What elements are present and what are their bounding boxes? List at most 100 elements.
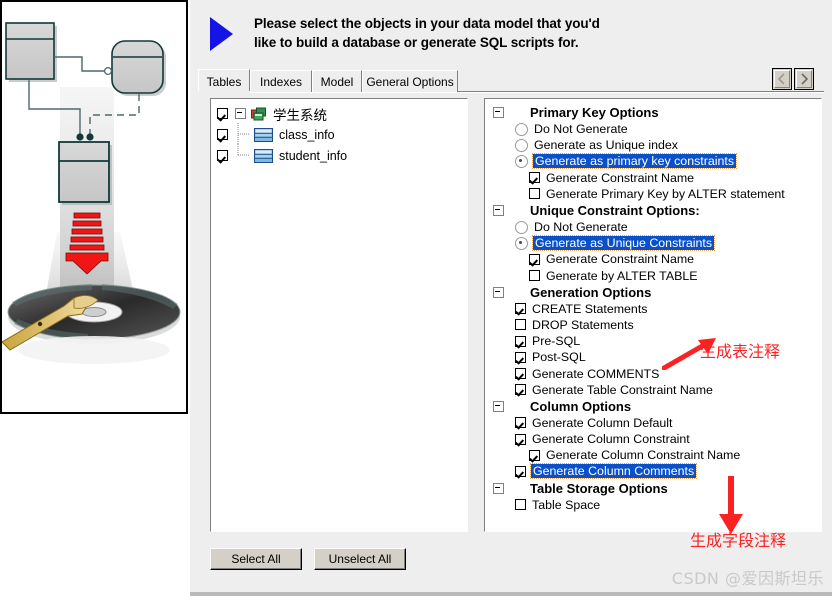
option-radio[interactable] bbox=[515, 236, 528, 250]
option-group-collapse-toggle[interactable] bbox=[493, 482, 504, 494]
option-label: Generate as Unique Constraints bbox=[531, 235, 716, 252]
option-checkbox[interactable] bbox=[515, 417, 526, 429]
option-label: Post-SQL bbox=[532, 350, 586, 365]
option-row[interactable]: Generate Column Comments bbox=[485, 463, 821, 480]
option-group-collapse-toggle[interactable] bbox=[493, 400, 504, 412]
tab-tables[interactable]: Tables bbox=[198, 69, 250, 93]
tree-item-label: class_info bbox=[279, 127, 335, 142]
option-group-title: Column Options bbox=[530, 398, 632, 414]
option-radio[interactable] bbox=[515, 220, 528, 234]
tab-label: Model bbox=[320, 74, 354, 89]
tree-collapse-toggle[interactable] bbox=[235, 108, 246, 119]
option-row[interactable]: Generate Table Constraint Name bbox=[485, 382, 821, 398]
option-row[interactable]: Generate as primary key constraints bbox=[485, 153, 821, 170]
option-checkbox[interactable] bbox=[529, 270, 540, 282]
option-row[interactable]: Generate as Unique index bbox=[485, 137, 821, 153]
option-row[interactable]: Table Space bbox=[485, 497, 821, 513]
object-tree-panel[interactable]: 学生系统 class_info student_info bbox=[210, 98, 468, 532]
option-row[interactable]: Generate as Unique Constraints bbox=[485, 235, 821, 252]
option-checkbox[interactable] bbox=[529, 253, 540, 265]
scroll-left-icon bbox=[777, 73, 785, 85]
object-tree: 学生系统 class_info student_info bbox=[211, 99, 467, 166]
option-row[interactable]: DROP Statements bbox=[485, 317, 821, 333]
dialog-bottom-spacer bbox=[190, 596, 832, 603]
data-model-to-database-illustration bbox=[2, 22, 181, 364]
select-all-label: Select All bbox=[231, 552, 281, 566]
option-row[interactable]: Do Not Generate bbox=[485, 121, 821, 137]
option-row[interactable]: Generate Column Constraint bbox=[485, 431, 821, 447]
option-checkbox[interactable] bbox=[529, 188, 540, 200]
options-panel[interactable]: Primary Key Options Do Not Generate Genera… bbox=[484, 98, 822, 532]
option-row[interactable]: Generate Column Default bbox=[485, 415, 821, 431]
option-checkbox[interactable] bbox=[515, 499, 526, 511]
option-group-header[interactable]: Table Storage Options bbox=[485, 480, 821, 497]
option-label: Generate COMMENTS bbox=[532, 366, 660, 381]
scroll-right-icon bbox=[801, 73, 809, 85]
option-group-header[interactable]: Generation Options bbox=[485, 284, 821, 301]
illustration-panel bbox=[0, 0, 188, 414]
option-checkbox[interactable] bbox=[529, 172, 540, 184]
option-checkbox[interactable] bbox=[529, 449, 540, 461]
option-label: Generate Column Constraint Name bbox=[546, 448, 741, 463]
option-label: Generate as Unique index bbox=[534, 138, 678, 153]
option-label: DROP Statements bbox=[532, 317, 634, 332]
tree-row[interactable]: class_info bbox=[211, 122, 467, 145]
tab-general-options[interactable]: General Options bbox=[362, 70, 458, 92]
tab-model[interactable]: Model bbox=[312, 70, 362, 92]
option-label: Do Not Generate bbox=[534, 220, 628, 235]
tab-scroll-left-button[interactable] bbox=[772, 68, 792, 90]
option-label: Generate as primary key constraints bbox=[531, 153, 738, 170]
app-root: Please select the objects in your data m… bbox=[0, 0, 832, 603]
tree-checkbox[interactable] bbox=[217, 129, 228, 140]
option-group-title: Unique Constraint Options: bbox=[530, 202, 700, 218]
option-row[interactable]: Generate COMMENTS bbox=[485, 365, 821, 381]
option-row[interactable]: CREATE Statements bbox=[485, 301, 821, 317]
option-checkbox[interactable] bbox=[515, 384, 526, 396]
option-checkbox[interactable] bbox=[515, 319, 526, 331]
unselect-all-button[interactable]: Unselect All bbox=[314, 548, 406, 570]
option-row[interactable]: Do Not Generate bbox=[485, 219, 821, 235]
option-checkbox[interactable] bbox=[515, 351, 526, 363]
option-group-header[interactable]: Column Options bbox=[485, 398, 821, 415]
option-group-header[interactable]: Primary Key Options bbox=[485, 104, 821, 121]
dialog-header: Please select the objects in your data m… bbox=[190, 0, 832, 66]
option-group-collapse-toggle[interactable] bbox=[493, 107, 504, 118]
tree-row[interactable]: student_info bbox=[211, 143, 467, 168]
option-group-title: Primary Key Options bbox=[530, 105, 659, 120]
option-checkbox[interactable] bbox=[515, 433, 526, 445]
tree-checkbox[interactable] bbox=[217, 108, 228, 119]
option-row[interactable]: Generate Primary Key by ALTER statement bbox=[485, 186, 821, 202]
annotation-column-comment: 生成字段注释 bbox=[690, 531, 787, 550]
option-group-collapse-toggle[interactable] bbox=[493, 204, 504, 216]
select-all-button[interactable]: Select All bbox=[210, 548, 302, 570]
option-group-collapse-toggle[interactable] bbox=[493, 286, 504, 298]
option-checkbox[interactable] bbox=[515, 335, 526, 347]
option-label: Generate by ALTER TABLE bbox=[546, 268, 698, 283]
option-checkbox[interactable] bbox=[515, 303, 526, 315]
watermark-text: CSDN @爱因斯坦乐 bbox=[671, 569, 824, 588]
tab-scroll-right-button[interactable] bbox=[794, 68, 814, 90]
options-tree: Primary Key Options Do Not Generate Genera… bbox=[485, 99, 821, 513]
tree-row[interactable]: 学生系统 bbox=[211, 103, 467, 124]
option-group-header[interactable]: Unique Constraint Options: bbox=[485, 202, 821, 219]
instruction-line-1: Please select the objects in your data m… bbox=[254, 16, 600, 31]
instruction-text: Please select the objects in your data m… bbox=[254, 14, 794, 52]
option-row[interactable]: Generate Constraint Name bbox=[485, 170, 821, 186]
option-row[interactable]: Generate Constraint Name bbox=[485, 251, 821, 267]
option-checkbox[interactable] bbox=[515, 465, 526, 477]
option-radio[interactable] bbox=[515, 122, 528, 136]
option-row[interactable]: Generate Column Constraint Name bbox=[485, 447, 821, 463]
blue-right-triangle-icon bbox=[210, 17, 233, 51]
option-radio[interactable] bbox=[515, 138, 528, 152]
option-radio[interactable] bbox=[515, 154, 528, 168]
tree-checkbox[interactable] bbox=[217, 150, 228, 161]
tree-indent-guide bbox=[228, 143, 254, 168]
option-label: CREATE Statements bbox=[532, 301, 648, 316]
option-checkbox[interactable] bbox=[515, 368, 526, 380]
tab-indexes[interactable]: Indexes bbox=[250, 70, 312, 92]
option-label: Do Not Generate bbox=[534, 122, 628, 137]
option-label: Pre-SQL bbox=[532, 334, 581, 349]
option-group-title: Generation Options bbox=[530, 284, 652, 300]
option-row[interactable]: Generate by ALTER TABLE bbox=[485, 268, 821, 284]
instruction-line-2: like to build a database or generate SQL… bbox=[254, 35, 579, 50]
